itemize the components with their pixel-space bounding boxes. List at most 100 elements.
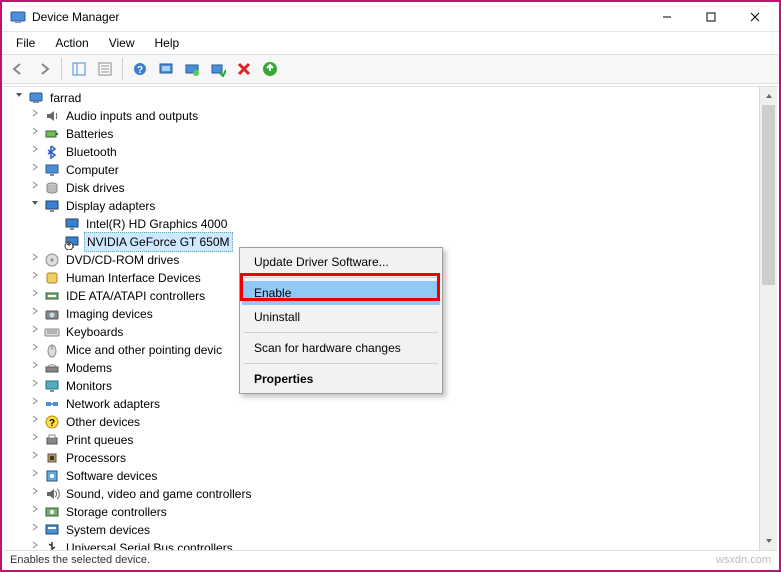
menu-help[interactable]: Help	[147, 34, 188, 52]
tree-node[interactable]: Batteries	[8, 125, 759, 143]
print-icon	[44, 432, 60, 448]
expand-icon[interactable]	[28, 251, 42, 269]
tree-node[interactable]: System devices	[8, 521, 759, 539]
expand-icon[interactable]	[28, 539, 42, 550]
tree-node-label: Universal Serial Bus controllers	[64, 539, 235, 550]
expand-icon[interactable]	[28, 413, 42, 431]
tree-node[interactable]: Disk drives	[8, 179, 759, 197]
expand-icon[interactable]	[28, 521, 42, 539]
expand-icon[interactable]	[28, 467, 42, 485]
expand-icon[interactable]	[28, 503, 42, 521]
tree-node-label: Computer	[64, 161, 121, 179]
menu-file[interactable]: File	[8, 34, 43, 52]
help-button[interactable]: ?	[128, 57, 152, 81]
tree-node-label: Bluetooth	[64, 143, 119, 161]
expand-icon[interactable]	[28, 359, 42, 377]
display-icon	[44, 198, 60, 214]
tree-node-label: IDE ATA/ATAPI controllers	[64, 287, 207, 305]
update-driver-button[interactable]	[180, 57, 204, 81]
show-hide-tree-button[interactable]	[67, 57, 91, 81]
expand-icon[interactable]	[28, 179, 42, 197]
expand-icon[interactable]	[28, 269, 42, 287]
tree-node-label: Processors	[64, 449, 128, 467]
scan-button[interactable]	[154, 57, 178, 81]
ide-icon	[44, 288, 60, 304]
expand-icon[interactable]	[28, 287, 42, 305]
expand-icon[interactable]	[28, 143, 42, 161]
tree-node[interactable]: Audio inputs and outputs	[8, 107, 759, 125]
hid-icon	[44, 270, 60, 286]
tree-node-label: System devices	[64, 521, 152, 539]
tree-node[interactable]: Sound, video and game controllers	[8, 485, 759, 503]
tree-node[interactable]: Computer	[8, 161, 759, 179]
scroll-track[interactable]	[760, 105, 777, 532]
window-title: Device Manager	[32, 10, 645, 24]
enable-device-button[interactable]	[206, 57, 230, 81]
context-update-driver[interactable]: Update Driver Software...	[242, 250, 440, 274]
tree-node[interactable]: Display adapters	[8, 197, 759, 215]
tree-node-label: Intel(R) HD Graphics 4000	[84, 215, 229, 233]
maximize-button[interactable]	[689, 3, 733, 31]
toolbar: ?	[2, 54, 779, 84]
tree-node-label: Storage controllers	[64, 503, 169, 521]
expand-icon[interactable]	[28, 305, 42, 323]
back-button[interactable]	[6, 57, 30, 81]
context-uninstall[interactable]: Uninstall	[242, 305, 440, 329]
expand-icon[interactable]	[28, 341, 42, 359]
expand-icon[interactable]	[28, 485, 42, 503]
expand-icon[interactable]	[28, 377, 42, 395]
scroll-down-button[interactable]	[760, 532, 777, 550]
tree-node[interactable]: Universal Serial Bus controllers	[8, 539, 759, 550]
context-enable[interactable]: Enable	[242, 281, 440, 305]
expand-icon[interactable]	[28, 449, 42, 467]
expand-icon[interactable]	[28, 395, 42, 413]
tree-node[interactable]: Storage controllers	[8, 503, 759, 521]
menu-action[interactable]: Action	[47, 34, 96, 52]
context-properties[interactable]: Properties	[242, 367, 440, 391]
minimize-button[interactable]	[645, 3, 689, 31]
tree-node[interactable]: Bluetooth	[8, 143, 759, 161]
computer-root-icon	[28, 90, 44, 106]
tree-node[interactable]: Intel(R) HD Graphics 4000	[8, 215, 759, 233]
scroll-up-button[interactable]	[760, 87, 777, 105]
expand-icon[interactable]	[28, 161, 42, 179]
tree-node[interactable]: Processors	[8, 449, 759, 467]
menu-view[interactable]: View	[101, 34, 143, 52]
expand-icon[interactable]	[28, 107, 42, 125]
system-icon	[44, 522, 60, 538]
tree-node-label: Monitors	[64, 377, 114, 395]
software-icon	[44, 468, 60, 484]
tree-node[interactable]: farrad	[8, 89, 759, 107]
tree-node-label: Imaging devices	[64, 305, 155, 323]
tree-node[interactable]: ?Other devices	[8, 413, 759, 431]
monitor-icon	[44, 378, 60, 394]
collapse-icon[interactable]	[12, 89, 26, 107]
svg-text:?: ?	[137, 65, 143, 76]
close-button[interactable]	[733, 3, 777, 31]
properties-button[interactable]	[93, 57, 117, 81]
uninstall-button[interactable]	[232, 57, 256, 81]
app-icon	[10, 9, 26, 25]
scan-hardware-button[interactable]	[258, 57, 282, 81]
expand-icon[interactable]	[28, 323, 42, 341]
tree-node-label: Disk drives	[64, 179, 127, 197]
context-scan[interactable]: Scan for hardware changes	[242, 336, 440, 360]
svg-text:?: ?	[49, 418, 55, 429]
expand-icon[interactable]	[28, 431, 42, 449]
network-icon	[44, 396, 60, 412]
vertical-scrollbar[interactable]	[759, 87, 777, 550]
tree-node[interactable]: Software devices	[8, 467, 759, 485]
collapse-icon[interactable]	[28, 197, 42, 215]
tree-node[interactable]: Print queues	[8, 431, 759, 449]
menu-bar: File Action View Help	[2, 32, 779, 54]
tree-node[interactable]: Network adapters	[8, 395, 759, 413]
toolbar-separator	[122, 58, 123, 80]
dvd-icon	[44, 252, 60, 268]
forward-button[interactable]	[32, 57, 56, 81]
expand-icon[interactable]	[28, 125, 42, 143]
disk-icon	[44, 180, 60, 196]
tree-node-label: Network adapters	[64, 395, 162, 413]
title-bar: Device Manager	[2, 2, 779, 32]
watermark: wsxdn.com	[716, 554, 771, 566]
scroll-thumb[interactable]	[762, 105, 775, 285]
